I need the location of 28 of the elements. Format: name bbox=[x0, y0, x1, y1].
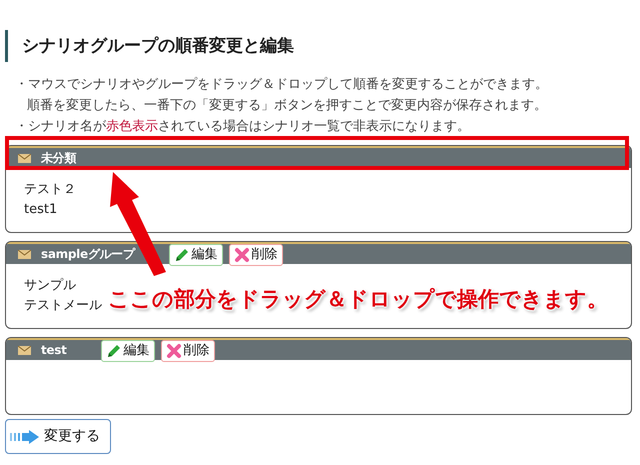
note-text: ・マウスでシナリオやグループをドラッグ＆ドロップして順番を変更することができます。 bbox=[15, 76, 549, 94]
pencil-icon bbox=[106, 342, 122, 359]
group-header[interactable]: sampleグループ 編集 削除 bbox=[6, 242, 631, 264]
scenario-item[interactable]: テスト２ bbox=[24, 180, 76, 200]
edit-button[interactable]: 編集 bbox=[168, 244, 223, 266]
envelope-icon bbox=[18, 346, 31, 355]
annotation-text: ここの部分をドラッグ＆ドロップで操作できます。 bbox=[108, 286, 608, 313]
edit-button[interactable]: 編集 bbox=[100, 340, 155, 362]
scenario-item[interactable]: test1 bbox=[24, 200, 58, 220]
envelope-icon bbox=[18, 250, 31, 259]
group-header[interactable]: 未分類 bbox=[6, 146, 631, 168]
group-name: test bbox=[41, 342, 67, 360]
note-text: ・シナリオ名が赤色表示されている場合はシナリオ一覧で非表示になります。 bbox=[15, 118, 471, 136]
scenario-item[interactable]: テストメール bbox=[24, 296, 102, 316]
envelope-icon bbox=[18, 154, 31, 163]
cross-icon bbox=[234, 246, 250, 263]
pencil-icon bbox=[174, 246, 190, 263]
delete-button[interactable]: 削除 bbox=[228, 244, 283, 266]
group-header[interactable]: test 編集 削除 bbox=[6, 338, 631, 360]
arrow-icon bbox=[10, 430, 40, 444]
note-text: 順番を変更したら、一番下の「変更する」ボタンを押すことで変更内容が保存されます。 bbox=[26, 97, 548, 116]
cross-icon bbox=[166, 342, 182, 359]
group-name: 未分類 bbox=[41, 150, 76, 168]
save-button[interactable]: 変更する bbox=[5, 419, 111, 454]
group-name: sampleグループ bbox=[41, 246, 135, 264]
delete-button[interactable]: 削除 bbox=[160, 340, 215, 362]
scenario-item[interactable]: サンプル bbox=[24, 276, 76, 296]
page-heading: シナリオグループの順番変更と編集 bbox=[5, 30, 632, 62]
